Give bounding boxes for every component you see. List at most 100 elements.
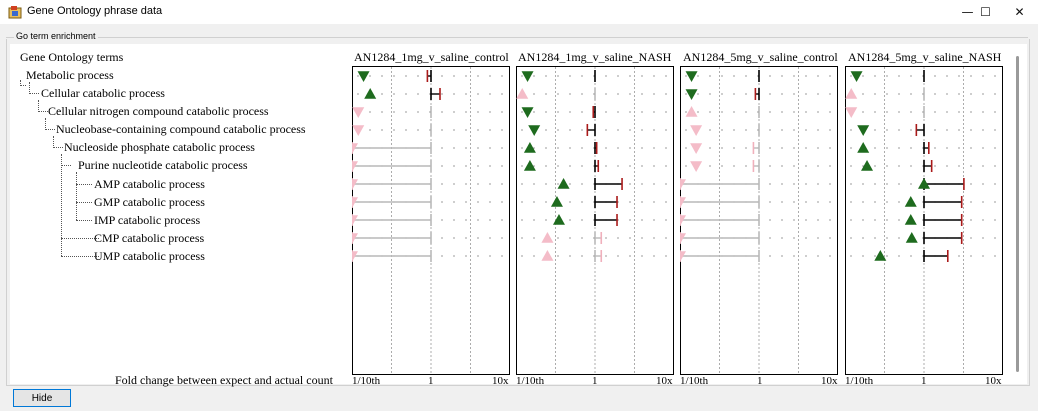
row-guide-dot — [733, 93, 735, 95]
row-guide-dot — [465, 75, 467, 77]
row-guide-dot — [874, 165, 876, 167]
row-guide-dot — [970, 93, 972, 95]
tree-connector — [53, 147, 63, 148]
row-guide-dot — [521, 111, 523, 113]
row-guide-dot — [533, 219, 535, 221]
row-guide-dot — [465, 165, 467, 167]
row-guide-dot — [629, 255, 631, 257]
row-guide-dot — [874, 147, 876, 149]
row-guide-dot — [665, 183, 667, 185]
row-guide-dot — [629, 183, 631, 185]
row-guide-dot — [817, 201, 819, 203]
row-guide-dot — [501, 129, 503, 131]
row-guide-dot — [781, 201, 783, 203]
row-guide-dot — [850, 75, 852, 77]
row-guide-dot — [617, 75, 619, 77]
row-guide-dot — [465, 255, 467, 257]
row-guide-dot — [994, 93, 996, 95]
tree-item-cellular-catabolic-process[interactable]: Cellular catabolic process — [41, 86, 165, 101]
row-guide-dot — [665, 255, 667, 257]
row-guide-dot — [862, 93, 864, 95]
row-guide-dot — [533, 201, 535, 203]
row-guide-dot — [533, 237, 535, 239]
row-guide-dot — [533, 183, 535, 185]
row-guide-dot — [910, 93, 912, 95]
row-guide-dot — [489, 237, 491, 239]
row-guide-dot — [862, 183, 864, 185]
tree-item-amp-catabolic-process[interactable]: AMP catabolic process — [94, 177, 205, 192]
row-guide-dot — [745, 111, 747, 113]
row-guide-dot — [862, 165, 864, 167]
tree-item-nucleoside-phosphate-catabolic-process[interactable]: Nucleoside phosphate catabolic process — [64, 140, 255, 155]
row-guide-dot — [405, 75, 407, 77]
row-guide-dot — [641, 255, 643, 257]
row-guide-dot — [817, 129, 819, 131]
row-guide-dot — [653, 75, 655, 77]
row-guide-dot — [653, 255, 655, 257]
row-guide-dot — [441, 237, 443, 239]
row-guide-dot — [641, 183, 643, 185]
row-guide-dot — [653, 165, 655, 167]
tree-item-imp-catabolic-process[interactable]: IMP catabolic process — [94, 213, 200, 228]
tree-item-purine-nucleotide-catabolic-process[interactable]: Purine nucleotide catabolic process — [78, 158, 248, 173]
close-button[interactable]: ✕ — [997, 0, 1038, 24]
row-guide-dot — [769, 183, 771, 185]
row-guide-dot — [745, 93, 747, 95]
row-guide-dot — [709, 75, 711, 77]
row-guide-dot — [381, 129, 383, 131]
row-guide-dot — [465, 219, 467, 221]
vertical-scrollbar[interactable] — [1014, 56, 1022, 372]
row-guide-dot — [805, 255, 807, 257]
row-guide-dot — [545, 201, 547, 203]
panel-title-1mg-nash: AN1284_1mg_v_saline_NASH — [518, 50, 672, 64]
row-guide-dot — [665, 93, 667, 95]
row-guide-dot — [769, 93, 771, 95]
row-guide-dot — [862, 111, 864, 113]
row-guide-dot — [393, 111, 395, 113]
row-guide-dot — [417, 75, 419, 77]
row-guide-dot — [685, 93, 687, 95]
row-guide-dot — [405, 129, 407, 131]
row-guide-dot — [629, 111, 631, 113]
row-guide-dot — [557, 237, 559, 239]
tree-item-nucleobase-containing-compound-catabolic-process[interactable]: Nucleobase-containing compound catabolic… — [56, 122, 306, 137]
row-guide-dot — [453, 201, 455, 203]
row-guide-dot — [805, 147, 807, 149]
row-guide-dot — [533, 93, 535, 95]
row-guide-dot — [617, 237, 619, 239]
row-guide-dot — [910, 183, 912, 185]
tree-item-metabolic-process[interactable]: Metabolic process — [26, 68, 114, 83]
row-guide-dot — [829, 183, 831, 185]
row-guide-dot — [898, 255, 900, 257]
row-guide-dot — [617, 93, 619, 95]
row-guide-dot — [910, 129, 912, 131]
row-guide-dot — [934, 111, 936, 113]
row-guide-dot — [685, 147, 687, 149]
row-guide-dot — [557, 93, 559, 95]
row-guide-dot — [733, 111, 735, 113]
tree-item-gmp-catabolic-process[interactable]: GMP catabolic process — [94, 195, 205, 210]
row-guide-dot — [465, 201, 467, 203]
tree-item-cellular-nitrogen-compound-catabolic-process[interactable]: Cellular nitrogen compound catabolic pro… — [48, 104, 269, 119]
row-guide-dot — [970, 111, 972, 113]
row-guide-dot — [709, 111, 711, 113]
row-guide-dot — [545, 75, 547, 77]
row-guide-dot — [886, 93, 888, 95]
row-guide-dot — [653, 147, 655, 149]
tree-item-ump-catabolic-process[interactable]: UMP catabolic process — [94, 249, 205, 264]
row-guide-dot — [653, 129, 655, 131]
row-guide-dot — [781, 165, 783, 167]
hide-button[interactable]: Hide — [13, 389, 71, 407]
row-guide-dot — [453, 129, 455, 131]
row-guide-dot — [934, 93, 936, 95]
row-guide-dot — [533, 75, 535, 77]
row-guide-dot — [441, 183, 443, 185]
tree-item-cmp-catabolic-process[interactable]: CMP catabolic process — [94, 231, 204, 246]
row-guide-dot — [862, 255, 864, 257]
row-guide-dot — [477, 219, 479, 221]
row-guide-dot — [417, 111, 419, 113]
row-guide-dot — [793, 75, 795, 77]
row-guide-dot — [862, 75, 864, 77]
row-guide-dot — [934, 147, 936, 149]
scrollbar-thumb[interactable] — [1016, 56, 1019, 372]
